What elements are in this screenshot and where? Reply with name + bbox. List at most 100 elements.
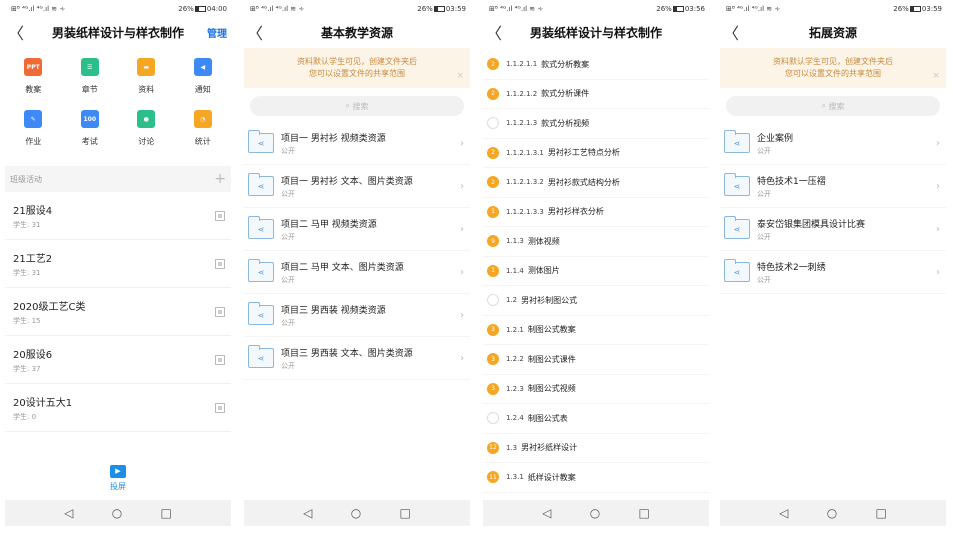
shared-folder-icon: ⋖ bbox=[724, 173, 750, 196]
qr-code-icon[interactable] bbox=[215, 402, 225, 413]
chapter-row[interactable]: 1.2.4 制图公式表 bbox=[483, 404, 709, 434]
chapter-row[interactable]: 1.2 男衬衫制图公式 bbox=[483, 286, 709, 316]
chapter-title: 男衬衫纸样设计 bbox=[521, 443, 578, 453]
search-placeholder: 搜索 bbox=[828, 101, 845, 111]
qr-code-icon[interactable] bbox=[215, 210, 225, 221]
class-row[interactable]: 21工艺2 学生: 31 bbox=[5, 240, 231, 288]
folder-row[interactable]: ⋖ 项目一 男衬衫 视频类资源 公开 › bbox=[244, 122, 470, 165]
chapter-number: 1.3.1 bbox=[506, 473, 524, 482]
back-arrow-icon[interactable]: 〈 bbox=[720, 20, 742, 44]
status-signals: ⊞ᴮ ⁴ᴳ.ıl ⁴ᴳ.ıl ≋ ∻ bbox=[726, 5, 781, 13]
folder-icon: ▬ bbox=[137, 58, 156, 76]
screencast-tab[interactable]: ▶ 投屏 bbox=[5, 458, 231, 498]
class-row[interactable]: 2020级工艺C类 学生: 15 bbox=[5, 288, 231, 336]
nav-recent-icon[interactable]: □ bbox=[400, 506, 411, 520]
chapter-row[interactable]: 1.1.2.1.3 款式分析视频 bbox=[483, 109, 709, 139]
folder-name: 项目二 马甲 文本、图片类资源 bbox=[281, 262, 404, 273]
qr-code-icon[interactable] bbox=[215, 354, 225, 365]
folder-row[interactable]: ⋖ 项目二 马甲 视频类资源 公开 › bbox=[244, 208, 470, 251]
folder-name: 项目一 男衬衫 视频类资源 bbox=[281, 133, 386, 144]
battery-level: 26% bbox=[893, 5, 909, 13]
nav-recent-icon[interactable]: □ bbox=[161, 506, 172, 520]
tool-label: 讨论 bbox=[138, 137, 155, 146]
tool-megaphone[interactable]: ◀ 通知 bbox=[175, 54, 232, 106]
back-arrow-icon[interactable]: 〈 bbox=[5, 20, 27, 44]
folder-list: ⋖ 企业案例 公开 › ⋖ 特色技术1一压褶 公开 › ⋖ 泰安岱银集团模具设计比赛 公开 › ⋖ 特色技… bbox=[720, 122, 946, 294]
chapter-row[interactable]: 9 1.1.3 测体视频 bbox=[483, 227, 709, 257]
back-arrow-icon[interactable]: 〈 bbox=[244, 20, 266, 44]
chapter-row[interactable]: 12 1.3 男衬衫纸样设计 bbox=[483, 434, 709, 463]
add-icon[interactable]: + bbox=[214, 171, 226, 187]
folder-row[interactable]: ⋖ 项目二 马甲 文本、图片类资源 公开 › bbox=[244, 251, 470, 294]
nav-back-icon[interactable]: ◁ bbox=[303, 506, 312, 520]
chapter-number: 1.2.4 bbox=[506, 414, 524, 423]
chevron-right-icon: › bbox=[460, 352, 464, 364]
folder-row[interactable]: ⋖ 泰安岱银集团模具设计比赛 公开 › bbox=[720, 208, 946, 251]
folder-list: ⋖ 项目一 男衬衫 视频类资源 公开 › ⋖ 项目一 男衬衫 文本、图片类资源 公开 › ⋖ 项目… bbox=[244, 122, 470, 380]
nav-back-icon[interactable]: ◁ bbox=[779, 506, 788, 520]
folder-text: 特色技术2一刺绣 公开 bbox=[757, 260, 936, 285]
chapter-row[interactable]: 3 1.2.2 制图公式课件 bbox=[483, 345, 709, 375]
folder-visibility: 公开 bbox=[281, 318, 295, 327]
tool-homework[interactable]: ✎ 作业 bbox=[5, 106, 62, 158]
class-info: 20设计五大1 学生: 0 bbox=[13, 394, 72, 422]
class-row[interactable]: 20设计五大1 学生: 0 bbox=[5, 384, 231, 432]
folder-row[interactable]: ⋖ 项目一 男衬衫 文本、图片类资源 公开 › bbox=[244, 165, 470, 208]
nav-recent-icon[interactable]: □ bbox=[639, 506, 650, 520]
tool-pie-chart[interactable]: ◔ 统计 bbox=[175, 106, 232, 158]
status-signals: ⊞ᴮ ⁴ᴳ.ıl ⁴ᴳ.ıl ≋ ∻ bbox=[489, 5, 544, 13]
class-row[interactable]: 20服设6 学生: 37 bbox=[5, 336, 231, 384]
nav-home-icon[interactable]: ○ bbox=[590, 506, 600, 520]
folder-name: 企业案例 bbox=[757, 133, 794, 144]
tool-exam[interactable]: 100 考试 bbox=[62, 106, 119, 158]
chapter-row[interactable]: 1 1.1.4 测体图片 bbox=[483, 257, 709, 286]
close-icon[interactable]: × bbox=[456, 70, 464, 84]
battery-icon bbox=[433, 6, 445, 12]
chapter-row[interactable]: 3 1.2.3 制图公式视频 bbox=[483, 375, 709, 404]
chapter-title: 纸样设计教案 bbox=[527, 472, 576, 482]
class-student-count: 学生: 31 bbox=[13, 220, 41, 229]
chapter-row[interactable]: 11 1.3.1 纸样设计教案 bbox=[483, 463, 709, 493]
chapter-number: 1.1.2.1.1 bbox=[506, 60, 538, 69]
folder-visibility: 公开 bbox=[281, 232, 295, 241]
chapter-row[interactable]: 2 1.1.2.1.3.2 男衬衫款式结构分析 bbox=[483, 168, 709, 198]
folder-text: 企业案例 公开 bbox=[757, 131, 936, 156]
folder-row[interactable]: ⋖ 项目三 男西装 文本、图片类资源 公开 › bbox=[244, 337, 470, 380]
shared-folder-icon: ⋖ bbox=[724, 259, 750, 282]
chapter-row[interactable]: 2 1.1.2.1.1 款式分析教案 bbox=[483, 50, 709, 80]
nav-home-icon[interactable]: ○ bbox=[827, 506, 837, 520]
nav-back-icon[interactable]: ◁ bbox=[542, 506, 551, 520]
chevron-right-icon: › bbox=[936, 223, 940, 235]
qr-code-icon[interactable] bbox=[215, 306, 225, 317]
resource-count-badge: 2 bbox=[487, 176, 499, 189]
shared-folder-icon: ⋖ bbox=[248, 216, 274, 239]
tool-folder[interactable]: ▬ 资料 bbox=[118, 54, 175, 106]
nav-recent-icon[interactable]: □ bbox=[876, 506, 887, 520]
clock: 04:00 bbox=[206, 5, 227, 13]
qr-code-icon[interactable] bbox=[215, 258, 225, 269]
chapter-row[interactable]: 2 1.1.2.1.2 款式分析课件 bbox=[483, 80, 709, 109]
nav-home-icon[interactable]: ○ bbox=[112, 506, 122, 520]
tool-list[interactable]: ☰ 章节 bbox=[62, 54, 119, 106]
nav-back-icon[interactable]: ◁ bbox=[64, 506, 73, 520]
tool-ppt[interactable]: PPT 教案 bbox=[5, 54, 62, 106]
close-icon[interactable]: × bbox=[932, 70, 940, 84]
back-arrow-icon[interactable]: 〈 bbox=[483, 20, 505, 44]
chapter-row[interactable]: 2 1.1.2.1.3.1 男衬衫工艺特点分析 bbox=[483, 139, 709, 168]
battery-level: 26% bbox=[178, 5, 194, 13]
folder-row[interactable]: ⋖ 企业案例 公开 › bbox=[720, 122, 946, 165]
status-bar: ⊞ᴮ ⁴ᴳ.ıl ⁴ᴳ.ıl ≋ ∻ 26% 03:59 bbox=[720, 0, 946, 18]
class-row[interactable]: 21服设4 学生: 31 bbox=[5, 192, 231, 240]
folder-row[interactable]: ⋖ 特色技术1一压褶 公开 › bbox=[720, 165, 946, 208]
resource-count-badge bbox=[487, 294, 499, 307]
resource-count-badge: 2 bbox=[487, 87, 499, 100]
search-input[interactable]: ⌕ 搜索 bbox=[726, 96, 940, 116]
tool-chat[interactable]: ● 讨论 bbox=[118, 106, 175, 158]
folder-row[interactable]: ⋖ 特色技术2一刺绣 公开 › bbox=[720, 251, 946, 294]
search-input[interactable]: ⌕ 搜索 bbox=[250, 96, 464, 116]
manage-button[interactable]: 管理 bbox=[207, 25, 227, 40]
folder-row[interactable]: ⋖ 项目三 男西装 视频类资源 公开 › bbox=[244, 294, 470, 337]
chapter-row[interactable]: 3 1.2.1 制图公式教案 bbox=[483, 316, 709, 345]
chapter-row[interactable]: 1 1.1.2.1.3.3 男衬衫样衣分析 bbox=[483, 198, 709, 227]
nav-home-icon[interactable]: ○ bbox=[351, 506, 361, 520]
